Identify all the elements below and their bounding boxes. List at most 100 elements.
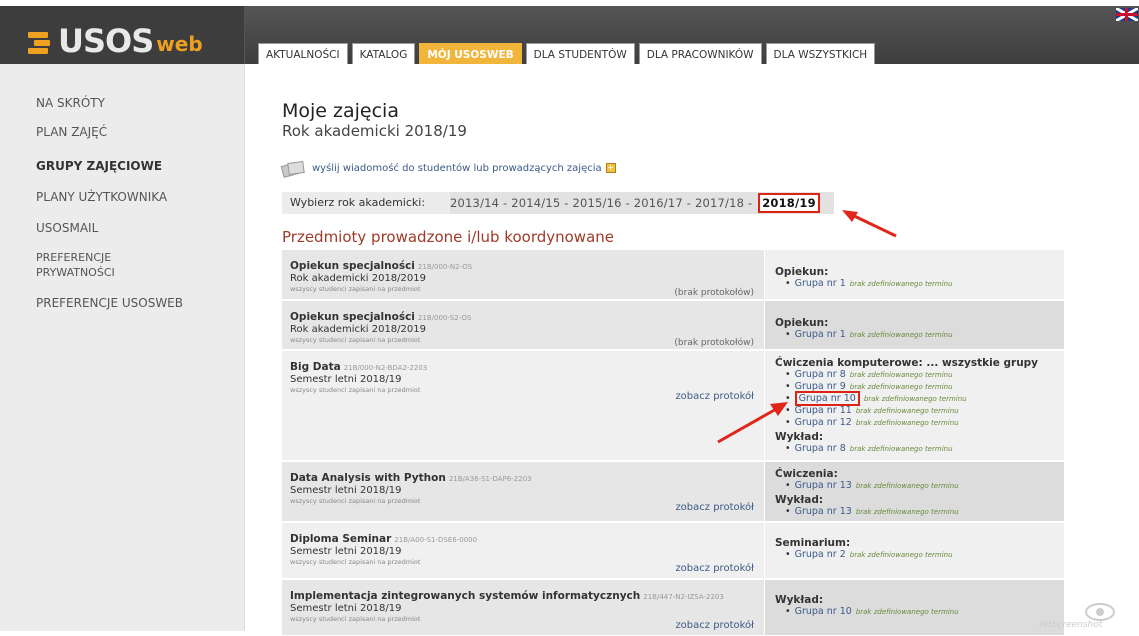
group-type: Opiekun: <box>775 317 829 329</box>
group-nodate: brak zdefiniowanego terminu <box>855 608 959 616</box>
table-row: Implementacja zintegrowanych systemów in… <box>282 580 1064 636</box>
tab-dla-studentow[interactable]: DLA STUDENTÓW <box>525 43 635 64</box>
group-item: Grupa nr 1brak zdefiniowanego terminu <box>775 278 1054 290</box>
course-info: Opiekun specjalności 21B/000-S2-OS Rok ak… <box>282 301 764 350</box>
group-item: Grupa nr 1brak zdefiniowanego terminu <box>775 329 1054 341</box>
group-item: Grupa nr 13brak zdefiniowanego terminu <box>775 506 1054 518</box>
logo-web-text: web <box>156 32 203 56</box>
course-term: Semestr letni 2018/19 <box>290 374 402 385</box>
course-name[interactable]: Opiekun specjalności <box>290 260 415 272</box>
course-info: Data Analysis with Python 21B/A36-S1-DAP6… <box>282 462 764 522</box>
group-link[interactable]: Grupa nr 10 <box>795 606 852 617</box>
all-groups-link[interactable]: ... wszystkie grupy <box>926 357 1038 369</box>
main-tabs: AKTUALNOŚCI KATALOG MÓJ USOSWEB DLA STUD… <box>258 43 876 64</box>
course-name[interactable]: Diploma Seminar <box>290 533 391 545</box>
sidebar-item-grupy-zajeciowe[interactable]: GRUPY ZAJĘCIOWE <box>36 159 162 174</box>
group-type: Wykład: <box>775 494 824 506</box>
group-item: Grupa nr 11brak zdefiniowanego terminu <box>775 405 1054 417</box>
course-term: Rok akademicki 2018/2019 <box>290 273 426 284</box>
group-nodate: brak zdefiniowanego terminu <box>849 551 953 559</box>
group-item: Grupa nr 12brak zdefiniowanego terminu <box>775 417 1054 429</box>
group-link-highlighted[interactable]: Grupa nr 10 <box>794 391 860 406</box>
course-name[interactable]: Data Analysis with Python <box>290 472 446 484</box>
course-groups: Wykład: Grupa nr 10brak zdefiniowanego t… <box>765 580 1064 636</box>
group-item: Grupa nr 13brak zdefiniowanego terminu <box>775 480 1054 492</box>
group-nodate: brak zdefiniowanego terminu <box>849 445 953 453</box>
tab-dla-pracownikow[interactable]: DLA PRACOWNIKÓW <box>638 43 762 64</box>
group-nodate: brak zdefiniowanego terminu <box>849 280 953 288</box>
year-links[interactable]: 2013/14 - 2014/15 - 2015/16 - 2016/17 - … <box>450 196 752 210</box>
section-title: Przedmioty prowadzone i/lub koordynowane <box>282 228 614 246</box>
view-protocol-link[interactable]: zobacz protokół <box>675 620 754 631</box>
page-title: Moje zajęcia <box>282 100 399 122</box>
course-term: Semestr letni 2018/19 <box>290 546 402 557</box>
group-item: Grupa nr 10brak zdefiniowanego terminu <box>775 391 1054 406</box>
group-item: Grupa nr 10brak zdefiniowanego terminu <box>775 606 1054 618</box>
group-link[interactable]: Grupa nr 2 <box>795 549 846 560</box>
sidebar-item-preferencje-usosweb[interactable]: PREFERENCJE USOSWEB <box>36 296 183 311</box>
group-nodate: brak zdefiniowanego terminu <box>855 407 959 415</box>
sidebar-item-preferencje-prywatnosci[interactable]: PREFERENCJE PRYWATNOŚCI <box>36 250 186 280</box>
sidebar: NA SKRÓTY PLAN ZAJĘĆ GRUPY ZAJĘCIOWE PLA… <box>0 64 245 631</box>
group-link[interactable]: Grupa nr 1 <box>795 329 846 340</box>
course-info: Big Data 21B/000-N2-BDA2-2203 Semestr let… <box>282 351 764 461</box>
send-message-link[interactable]: wyślij wiadomość do studentów lub prowad… <box>312 163 602 174</box>
group-type: Opiekun: <box>775 266 829 278</box>
group-type: Ćwiczenia: <box>775 468 838 480</box>
watermark-text: JetScreenshot <box>1040 620 1103 630</box>
selected-year[interactable]: 2018/19 <box>758 193 820 213</box>
sidebar-item-usosmail[interactable]: USOSMAIL <box>36 221 98 236</box>
group-link[interactable]: Grupa nr 11 <box>795 405 852 416</box>
sidebar-item-plan-zajec[interactable]: PLAN ZAJĘĆ <box>36 125 107 140</box>
group-nodate: brak zdefiniowanego terminu <box>855 508 959 516</box>
logo-area: USOS web <box>0 6 245 64</box>
annotation-arrow-icon <box>842 210 897 238</box>
group-nodate: brak zdefiniowanego terminu <box>849 371 953 379</box>
course-code: 21B/A00-S1-DSE6-0000 <box>394 536 478 544</box>
plus-icon[interactable]: + <box>605 163 616 173</box>
group-link[interactable]: Grupa nr 13 <box>795 506 852 517</box>
course-name[interactable]: Big Data <box>290 361 341 373</box>
year-label: Wybierz rok akademicki: <box>282 192 450 214</box>
group-link[interactable]: Grupa nr 12 <box>795 417 852 428</box>
group-item: Grupa nr 8brak zdefiniowanego terminu <box>775 443 1054 455</box>
course-code: 21B/000-N2-OS <box>417 263 473 271</box>
english-flag-icon[interactable] <box>1116 8 1138 21</box>
table-row: Diploma Seminar 21B/A00-S1-DSE6-0000 Seme… <box>282 523 1064 579</box>
group-item: Grupa nr 2brak zdefiniowanego terminu <box>775 549 1054 561</box>
tab-moj-usosweb[interactable]: MÓJ USOSWEB <box>419 43 522 64</box>
course-name[interactable]: Opiekun specjalności <box>290 311 415 323</box>
group-item: Grupa nr 8brak zdefiniowanego terminu <box>775 369 1054 381</box>
course-term: Semestr letni 2018/19 <box>290 485 402 496</box>
logo-chevron-icon <box>28 30 54 58</box>
usosweb-logo[interactable]: USOS web <box>28 24 203 58</box>
course-term: Semestr letni 2018/19 <box>290 603 402 614</box>
table-row: Opiekun specjalności 21B/000-N2-OS Rok ak… <box>282 250 1064 300</box>
group-nodate: brak zdefiniowanego terminu <box>863 395 967 403</box>
group-link[interactable]: Grupa nr 13 <box>795 480 852 491</box>
group-type: Ćwiczenia komputerowe: ... wszystkie gru… <box>775 357 1039 369</box>
course-term: Rok akademicki 2018/2019 <box>290 324 426 335</box>
table-row: Opiekun specjalności 21B/000-S2-OS Rok ak… <box>282 301 1064 350</box>
page-subtitle: Rok akademicki 2018/19 <box>282 122 467 140</box>
logo-text: USOS <box>58 22 154 60</box>
group-link[interactable]: Grupa nr 1 <box>795 278 846 289</box>
course-code: 21B/000-N2-BDA2-2203 <box>343 364 428 372</box>
course-name[interactable]: Implementacja zintegrowanych systemów in… <box>290 590 640 602</box>
group-nodate: brak zdefiniowanego terminu <box>855 482 959 490</box>
message-row: wyślij wiadomość do studentów lub prowad… <box>280 160 616 178</box>
course-code: 21B/A36-S1-DAP6-2203 <box>448 475 532 483</box>
course-groups: Ćwiczenia komputerowe: ... wszystkie gru… <box>765 351 1064 461</box>
tab-katalog[interactable]: KATALOG <box>351 43 416 64</box>
group-type: Wykład: <box>775 431 824 443</box>
view-protocol-link[interactable]: zobacz protokół <box>675 563 754 574</box>
group-link[interactable]: Grupa nr 8 <box>795 369 846 380</box>
year-list: 2013/14 - 2014/15 - 2015/16 - 2016/17 - … <box>450 193 820 213</box>
sidebar-item-na-skroty[interactable]: NA SKRÓTY <box>36 96 105 111</box>
view-protocol-link[interactable]: zobacz protokół <box>675 502 754 513</box>
sidebar-item-plany-uzytkownika[interactable]: PLANY UŻYTKOWNIKA <box>36 190 167 205</box>
course-groups: Seminarium: Grupa nr 2brak zdefiniowaneg… <box>765 523 1064 579</box>
group-link[interactable]: Grupa nr 8 <box>795 443 846 454</box>
tab-dla-wszystkich[interactable]: DLA WSZYSTKICH <box>765 43 876 64</box>
tab-aktualnosci[interactable]: AKTUALNOŚCI <box>258 43 348 64</box>
